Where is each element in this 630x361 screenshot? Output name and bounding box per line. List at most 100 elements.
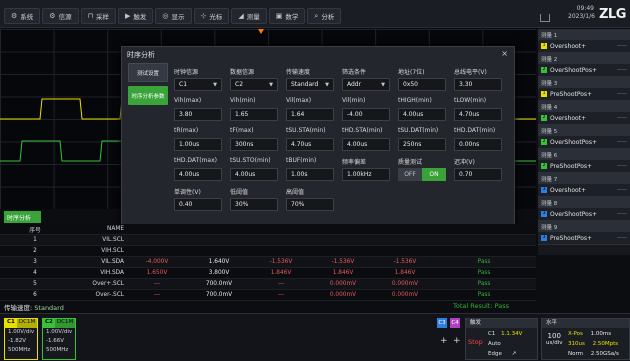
measure-name: PreShootPos+ bbox=[550, 162, 593, 170]
field-label: 高阈值 bbox=[286, 189, 305, 196]
field-input[interactable]: 1.65 bbox=[230, 108, 278, 121]
tab-timing-analysis[interactable]: 时序分析 bbox=[4, 211, 41, 223]
field-0: 时钟信源 C1 ▼ bbox=[174, 67, 222, 91]
menu-8-button[interactable]: ⌕ 分析 bbox=[307, 8, 342, 24]
channel-1-settings[interactable]: C1 DC1M 1.00V/div -1.82V 500MHz bbox=[4, 318, 38, 360]
field-input[interactable]: 250ns bbox=[398, 138, 446, 151]
horizontal-settings[interactable]: 水平 100 us/div X-Pos 1.00ms 310us 2.50Mpt… bbox=[541, 318, 630, 360]
row-value: --- bbox=[153, 292, 161, 298]
field-input[interactable]: 1.00s bbox=[286, 168, 334, 181]
field-input[interactable]: 0x50 bbox=[398, 78, 446, 91]
field-input[interactable]: 3.80 bbox=[174, 108, 222, 121]
display-icon: ◎ bbox=[162, 12, 169, 20]
field-input[interactable]: 70% bbox=[286, 198, 334, 211]
field-select[interactable]: Addr ▼ bbox=[342, 78, 390, 91]
field-23: 迟冲(V) 0.70 bbox=[454, 157, 502, 181]
field-value: 4.70us bbox=[459, 111, 480, 118]
table-row[interactable]: 6 Over-.SCL --- 700.0mV --- 0.000mV 0.000mV Pas… bbox=[0, 290, 536, 301]
field-label: 筛选条件 bbox=[342, 69, 367, 76]
chevron-down-icon: ▼ bbox=[325, 81, 329, 88]
field-input[interactable]: 1.00kHz bbox=[342, 168, 390, 181]
field-input[interactable]: 4.00us bbox=[174, 168, 222, 181]
field-input[interactable]: 1.64 bbox=[286, 108, 334, 121]
measure-item[interactable]: 2 PreShootPos+ ----- bbox=[538, 160, 630, 173]
header-idx: 序号 bbox=[29, 227, 41, 234]
measure-value: ----- bbox=[617, 163, 627, 169]
channel-4-button[interactable]: C4 bbox=[450, 318, 460, 328]
table-row[interactable]: 3 VIL.SDA -4.000V 1.640V -1.536V -1.536V -1.53… bbox=[0, 257, 536, 268]
field-input[interactable]: 300ns bbox=[230, 138, 278, 151]
trigger-settings[interactable]: 触发 Stop C1 1.1.34V Auto Edge ↗ bbox=[465, 318, 538, 360]
menu-6-button[interactable]: ◢ 测量 bbox=[231, 8, 267, 24]
toggle-off[interactable]: OFF bbox=[398, 168, 422, 181]
menu-3-button[interactable]: ▶ 触发 bbox=[118, 8, 154, 24]
channel-2-settings[interactable]: C2 DC1M 1.00V/div -1.66V 500MHz bbox=[42, 318, 76, 360]
row-value: 1.846V bbox=[394, 270, 416, 276]
measure-item[interactable]: 3 Overshoot+ ----- bbox=[538, 184, 630, 197]
measure-name: OverShootPos+ bbox=[550, 210, 597, 218]
field-input[interactable]: 0.70 bbox=[454, 168, 502, 181]
measure-item[interactable]: 2 OverShootPos+ ----- bbox=[538, 64, 630, 77]
field-input[interactable]: 4.00us bbox=[230, 168, 278, 181]
trigger-position-marker[interactable] bbox=[258, 29, 264, 34]
channel-badge: 2 bbox=[541, 163, 547, 169]
field-label: 时钟信源 bbox=[174, 69, 199, 76]
table-row[interactable]: 5 Over+.SCL --- 700.0mV --- 0.000mV 0.000mV Pas… bbox=[0, 279, 536, 290]
measure-item[interactable]: 2 OverShootPos+ ----- bbox=[538, 136, 630, 149]
toggle-on[interactable]: ON bbox=[422, 168, 446, 181]
header-name: NAME bbox=[107, 226, 124, 232]
row-value: 0.000mV bbox=[329, 292, 357, 298]
field-value: 0.70 bbox=[459, 171, 473, 178]
menu-0-button[interactable]: ⚙ 系统 bbox=[4, 8, 41, 24]
channel-scale: 1.00V/div bbox=[46, 329, 73, 335]
field-select[interactable]: C2 ▼ bbox=[230, 78, 278, 91]
field-select[interactable]: C1 ▼ bbox=[174, 78, 222, 91]
field-label: 传输速度 bbox=[286, 69, 311, 76]
tab-0[interactable]: 测试设置 bbox=[128, 63, 168, 82]
menu-5-button[interactable]: ⊹ 光标 bbox=[193, 8, 230, 24]
cursor-icon: ⊹ bbox=[200, 12, 207, 20]
measure-item[interactable]: 2 Overshoot+ ----- bbox=[538, 112, 630, 125]
field-input[interactable]: 4.00us bbox=[398, 108, 446, 121]
add-icon[interactable]: + bbox=[440, 336, 448, 346]
close-icon[interactable]: × bbox=[501, 49, 508, 58]
table-row[interactable]: 4 VIH.SDA 1.650V 3.800V 1.846V 1.846V 1.846V Pa… bbox=[0, 268, 536, 279]
field-19: tSU.STO(min) 4.00us bbox=[230, 157, 278, 181]
trigger-type-row: Edge ↗ bbox=[488, 351, 516, 357]
field-input[interactable]: 4.70us bbox=[286, 138, 334, 151]
add-icon[interactable]: + bbox=[453, 336, 461, 346]
field-input[interactable]: 1.00us bbox=[174, 138, 222, 151]
field-input[interactable]: 0.00ns bbox=[454, 138, 502, 151]
menu-1-button[interactable]: ⚙ 信源 bbox=[42, 8, 79, 24]
measure-item[interactable]: 1 Overshoot+ ----- bbox=[538, 40, 630, 53]
clock-date: 2023/1/6 bbox=[568, 13, 595, 20]
table-row[interactable]: 1 VIL.SCL bbox=[0, 235, 536, 246]
measure-item[interactable]: 1 PreShootPos+ ----- bbox=[538, 88, 630, 101]
field-select[interactable]: Standard ▼ bbox=[286, 78, 334, 91]
table-row[interactable]: 2 VIH.SCL bbox=[0, 246, 536, 257]
menu-7-button[interactable]: ▣ 数学 bbox=[268, 8, 306, 24]
field-input[interactable]: 30% bbox=[230, 198, 278, 211]
field-label: Vil(max) bbox=[286, 97, 312, 104]
menu-2-button[interactable]: ⊓ 采样 bbox=[80, 8, 117, 24]
field-value: C1 bbox=[179, 81, 188, 88]
tab-1[interactable]: 时序分析参数 bbox=[128, 86, 168, 105]
row-index: 1 bbox=[33, 237, 37, 243]
measure-item[interactable]: 3 PreShootPos+ ----- bbox=[538, 232, 630, 245]
row-name: VIL.SCL bbox=[102, 237, 124, 243]
channel-3-button[interactable]: C3 bbox=[437, 318, 447, 328]
row-index: 5 bbox=[33, 281, 37, 287]
speed-status-value: Standard bbox=[34, 304, 64, 312]
field-input[interactable]: 0.40 bbox=[174, 198, 222, 211]
field-14: tSU.STA(min) 4.70us bbox=[286, 127, 334, 151]
menu-label: 显示 bbox=[171, 13, 185, 21]
field-input[interactable]: 3.30 bbox=[454, 78, 502, 91]
quality-test-toggle[interactable]: OFF ON bbox=[398, 168, 446, 181]
row-value: 0.000mV bbox=[329, 281, 357, 287]
measure-value: ----- bbox=[617, 67, 627, 73]
menu-4-button[interactable]: ◎ 显示 bbox=[155, 8, 192, 24]
measure-item[interactable]: 3 OverShootPos+ ----- bbox=[538, 208, 630, 221]
field-input[interactable]: 4.00us bbox=[342, 138, 390, 151]
field-input[interactable]: 4.70us bbox=[454, 108, 502, 121]
field-input[interactable]: -4.00 bbox=[342, 108, 390, 121]
